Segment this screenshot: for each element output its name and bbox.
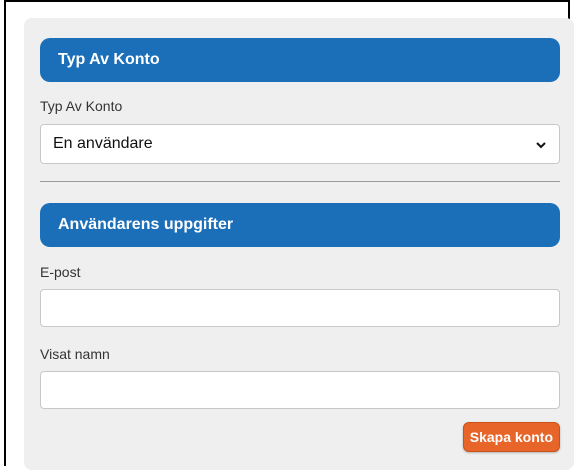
- account-type-header: Typ Av Konto: [40, 38, 560, 82]
- section-divider: [40, 181, 560, 182]
- account-type-selected-value: En användare: [53, 135, 153, 152]
- account-type-select[interactable]: En användare: [40, 124, 560, 164]
- display-name-label: Visat namn: [40, 346, 110, 362]
- create-account-button[interactable]: Skapa konto: [462, 422, 560, 452]
- user-details-header: Användarens uppgifter: [40, 203, 560, 247]
- chevron-down-icon: [536, 142, 546, 149]
- email-label: E-post: [40, 264, 81, 280]
- display-name-field[interactable]: [40, 371, 560, 409]
- email-field[interactable]: [40, 289, 560, 327]
- create-account-panel: Typ Av Konto Typ Av Konto En användare A…: [24, 18, 574, 470]
- account-type-label: Typ Av Konto: [40, 98, 123, 114]
- window-frame: Typ Av Konto Typ Av Konto En användare A…: [4, 0, 574, 470]
